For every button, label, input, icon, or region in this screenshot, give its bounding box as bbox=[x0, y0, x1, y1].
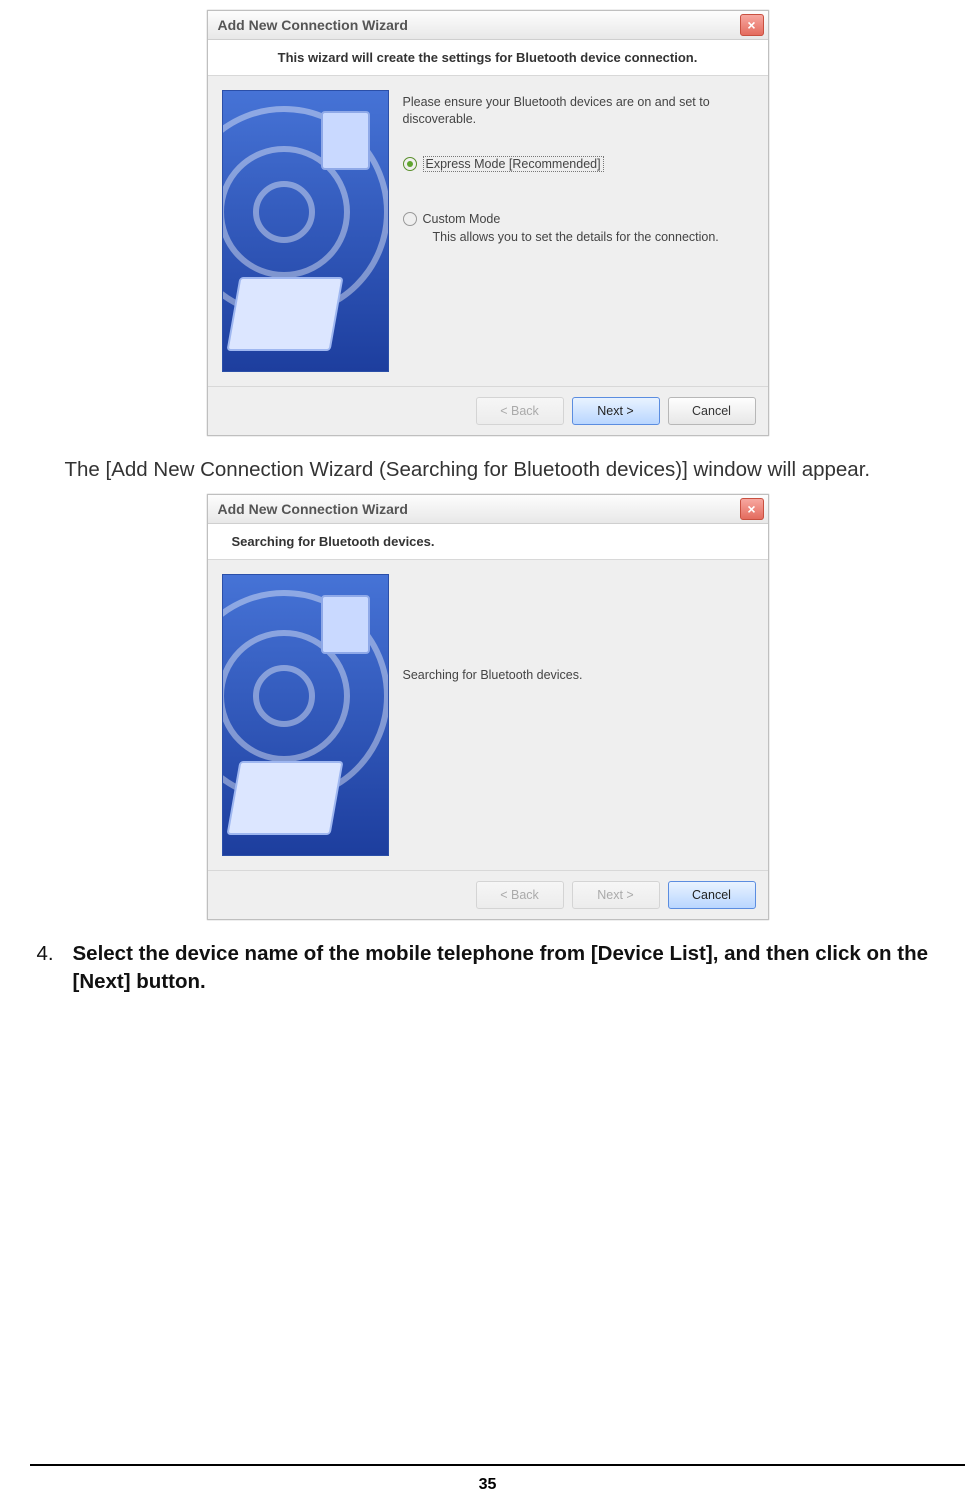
caption-text: The [Add New Connection Wizard (Searchin… bbox=[1, 456, 975, 484]
back-button: < Back bbox=[476, 881, 564, 909]
page-number: 35 bbox=[0, 1476, 975, 1494]
dialog-body: Searching for Bluetooth devices. bbox=[208, 560, 768, 870]
radio-express-mode[interactable]: Express Mode [Recommended] bbox=[403, 156, 754, 172]
wizard-graphic bbox=[222, 574, 389, 856]
document-page: Add New Connection Wizard × This wizard … bbox=[0, 10, 975, 1512]
wizard-dialog-2: Add New Connection Wizard × Searching fo… bbox=[207, 494, 769, 920]
radio-custom-description: This allows you to set the details for t… bbox=[433, 230, 754, 244]
dialog-subtitle: Searching for Bluetooth devices. bbox=[208, 524, 768, 560]
searching-message: Searching for Bluetooth devices. bbox=[403, 578, 754, 682]
step-4: 4. Select the device name of the mobile … bbox=[9, 940, 967, 997]
next-button: Next > bbox=[572, 881, 660, 909]
titlebar: Add New Connection Wizard × bbox=[208, 11, 768, 40]
dialog-content: Please ensure your Bluetooth devices are… bbox=[403, 90, 754, 372]
phone-icon bbox=[321, 111, 370, 170]
radio-custom-label: Custom Mode bbox=[423, 212, 501, 226]
page-divider bbox=[30, 1464, 965, 1466]
dialog-subtitle: This wizard will create the settings for… bbox=[208, 40, 768, 76]
laptop-icon bbox=[226, 761, 343, 835]
laptop-icon bbox=[226, 277, 343, 351]
back-button: < Back bbox=[476, 397, 564, 425]
phone-icon bbox=[321, 595, 370, 654]
close-icon[interactable]: × bbox=[740, 14, 764, 36]
next-button[interactable]: Next > bbox=[572, 397, 660, 425]
wizard-dialog-1: Add New Connection Wizard × This wizard … bbox=[207, 10, 769, 436]
radio-custom-mode[interactable]: Custom Mode bbox=[403, 212, 754, 226]
button-row: < Back Next > Cancel bbox=[208, 386, 768, 435]
dialog-content: Searching for Bluetooth devices. bbox=[403, 574, 754, 856]
wizard-graphic bbox=[222, 90, 389, 372]
step-number: 4. bbox=[37, 940, 73, 997]
window-title: Add New Connection Wizard bbox=[218, 17, 740, 33]
cancel-button[interactable]: Cancel bbox=[668, 881, 756, 909]
step-text: Select the device name of the mobile tel… bbox=[73, 940, 967, 997]
dialog-body: Please ensure your Bluetooth devices are… bbox=[208, 76, 768, 386]
window-title: Add New Connection Wizard bbox=[218, 501, 740, 517]
radio-unselected-icon bbox=[403, 212, 417, 226]
radio-selected-icon bbox=[403, 157, 417, 171]
instruction-text: Please ensure your Bluetooth devices are… bbox=[403, 94, 754, 128]
radio-express-label: Express Mode [Recommended] bbox=[423, 156, 604, 172]
titlebar: Add New Connection Wizard × bbox=[208, 495, 768, 524]
cancel-button[interactable]: Cancel bbox=[668, 397, 756, 425]
button-row: < Back Next > Cancel bbox=[208, 870, 768, 919]
close-icon[interactable]: × bbox=[740, 498, 764, 520]
